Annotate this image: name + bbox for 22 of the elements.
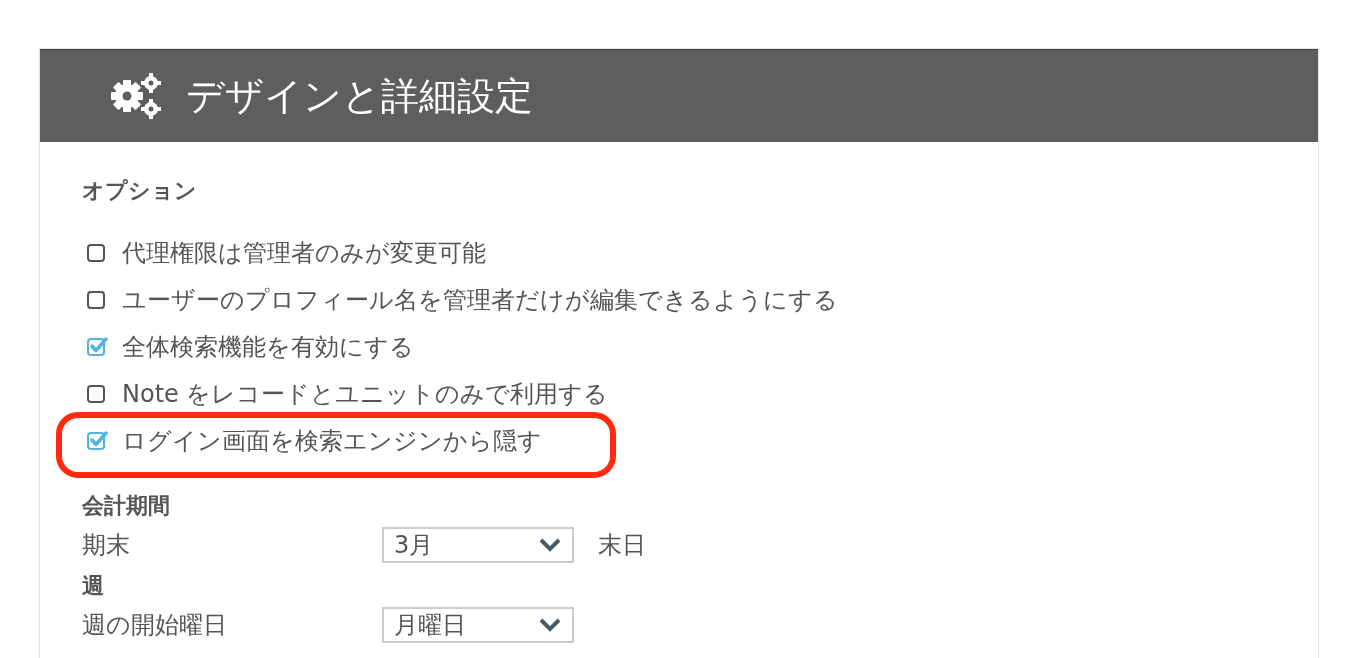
section-heading: 会計期間 [82, 492, 171, 520]
option-label: ユーザーのプロフィール名を管理者だけが編集できるようにする [122, 284, 838, 316]
checked-checkbox[interactable] [86, 429, 108, 452]
panel-title: デザインと詳細設定 [186, 72, 533, 120]
field-label: 期末 [82, 530, 131, 561]
checkbox[interactable] [86, 288, 108, 311]
checkbox[interactable] [86, 382, 108, 405]
chevron-down-icon [538, 618, 562, 632]
dropdown[interactable]: 3月 [382, 527, 574, 563]
checkbox[interactable] [86, 241, 108, 264]
field-suffix: 末日 [598, 530, 646, 561]
option-label: 全体検索機能を有効にする [122, 331, 414, 363]
chevron-down-icon [538, 538, 562, 552]
gears-icon [108, 72, 164, 120]
section-heading: 週 [82, 572, 105, 600]
option-label: Note をレコードとユニットのみで利用する [122, 378, 609, 410]
option-label: ログイン画面を検索エンジンから隠す [122, 425, 542, 457]
option-label: 代理権限は管理者のみが変更可能 [122, 237, 486, 269]
field-label: 週の開始曜日 [82, 610, 228, 641]
checked-checkbox[interactable] [86, 335, 108, 358]
section-heading: オプション [82, 177, 198, 205]
dropdown[interactable]: 月曜日 [382, 607, 574, 643]
